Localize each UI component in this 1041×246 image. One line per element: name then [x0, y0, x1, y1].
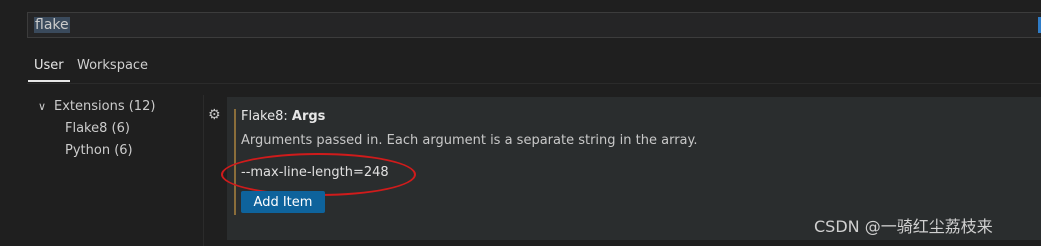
add-item-button[interactable]: Add Item: [241, 191, 325, 213]
settings-scope-tabs: User Workspace: [27, 55, 1041, 84]
settings-search-input[interactable]: flake: [27, 12, 1041, 38]
setting-title: Flake8: Args: [241, 109, 325, 124]
setting-description: Arguments passed in. Each argument is a …: [241, 133, 698, 148]
gear-icon[interactable]: ⚙: [208, 108, 222, 122]
setting-name: Args: [291, 109, 326, 124]
tree-separator: [203, 95, 204, 246]
tree-item-flake8[interactable]: Flake8 (6): [65, 120, 130, 138]
search-value: flake: [34, 17, 70, 34]
annotation-ellipse: [221, 153, 416, 196]
tree-item-python[interactable]: Python (6): [65, 142, 133, 160]
tab-user[interactable]: User: [28, 58, 70, 82]
watermark: CSDN @一骑红尘荔枝来: [814, 217, 993, 236]
setting-category: Flake8:: [241, 109, 292, 124]
tree-item-extensions[interactable]: ∨ Extensions (12): [38, 98, 155, 116]
tab-workspace[interactable]: Workspace: [77, 58, 148, 73]
tree-item-label: Extensions (12): [54, 99, 156, 114]
chevron-down-icon: ∨: [38, 100, 47, 113]
search-highlighted-term: flake: [34, 17, 70, 33]
